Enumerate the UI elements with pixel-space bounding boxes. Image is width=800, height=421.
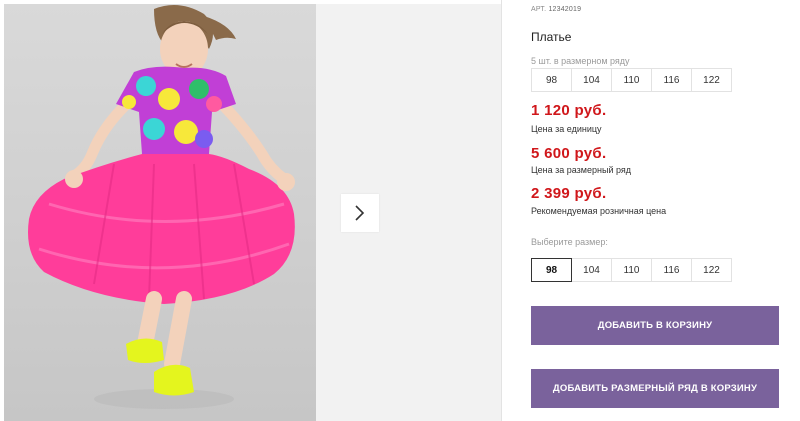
size-option-98[interactable]: 98 <box>531 258 572 282</box>
size-set-cell: 104 <box>571 68 612 92</box>
sku-label: АРТ. <box>531 6 547 13</box>
size-option-116[interactable]: 116 <box>651 258 692 282</box>
choose-size-label: Выберите размер: <box>531 237 608 247</box>
retail-price-label: Рекомендуемая розничная цена <box>531 206 667 216</box>
add-size-set-to-cart-button[interactable]: ДОБАВИТЬ РАЗМЕРНЫЙ РЯД В КОРЗИНУ <box>531 369 779 408</box>
size-selector: 98 104 110 116 122 <box>531 258 732 282</box>
product-photo-illustration <box>28 5 295 409</box>
unit-price: 1 120 руб. <box>531 102 607 119</box>
size-option-122[interactable]: 122 <box>691 258 732 282</box>
retail-price: 2 399 руб. <box>531 185 607 202</box>
size-set-row: 98 104 110 116 122 <box>531 68 732 92</box>
sku: АРТ. 12342019 <box>531 6 581 13</box>
set-price: 5 600 руб. <box>531 145 607 162</box>
size-set-cell: 116 <box>651 68 692 92</box>
size-set-cell: 98 <box>531 68 572 92</box>
sku-value: 12342019 <box>548 6 582 13</box>
size-set-cell: 122 <box>691 68 732 92</box>
gallery-next-button[interactable] <box>341 194 379 232</box>
set-price-label: Цена за размерный ряд <box>531 165 632 175</box>
size-option-110[interactable]: 110 <box>611 258 652 282</box>
product-photo[interactable] <box>4 4 316 421</box>
chevron-right-icon <box>355 205 365 221</box>
size-set-caption: 5 шт. в размерном ряду <box>531 56 630 66</box>
gallery-divider <box>501 0 502 421</box>
unit-price-label: Цена за единицу <box>531 124 602 134</box>
size-set-cell: 110 <box>611 68 652 92</box>
product-gallery <box>4 4 501 421</box>
product-details: АРТ. 12342019 Платье 5 шт. в размерном р… <box>531 0 781 421</box>
size-option-104[interactable]: 104 <box>571 258 612 282</box>
product-title: Платье <box>531 30 572 44</box>
add-to-cart-button[interactable]: ДОБАВИТЬ В КОРЗИНУ <box>531 306 779 345</box>
